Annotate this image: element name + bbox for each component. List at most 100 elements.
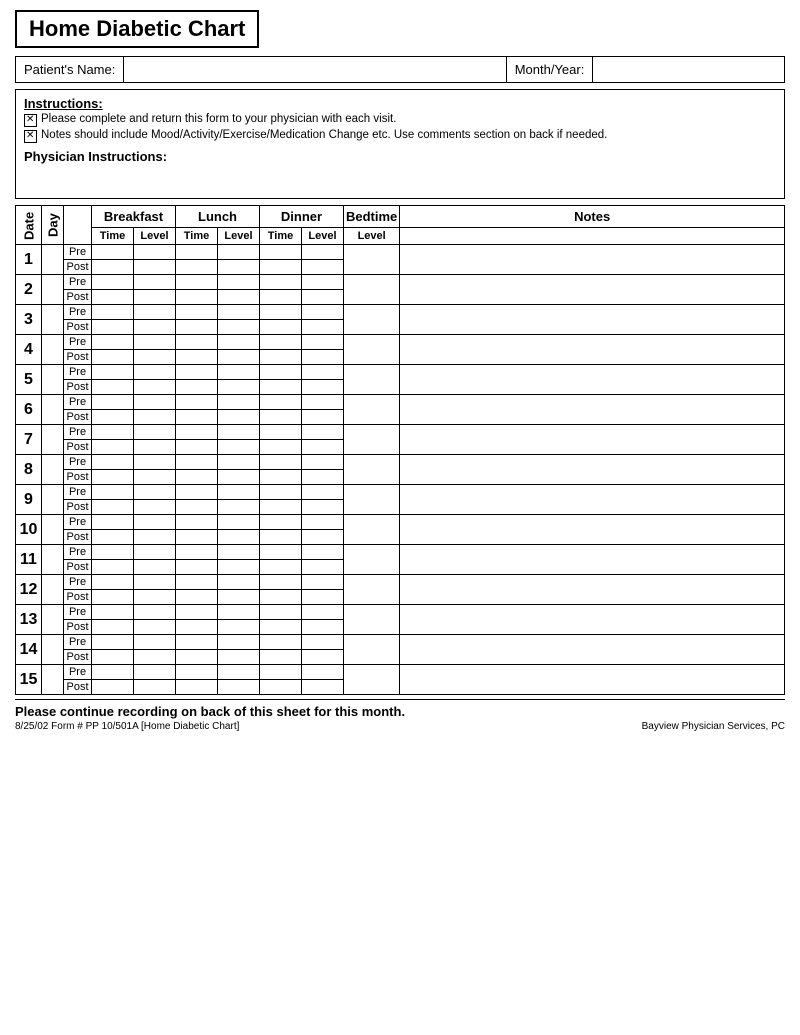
breakfast-pre-level[interactable] [134,305,176,320]
lunch-post-time[interactable] [176,410,218,425]
lunch-post-level[interactable] [218,620,260,635]
lunch-pre-time[interactable] [176,485,218,500]
breakfast-post-time[interactable] [92,680,134,695]
lunch-pre-time[interactable] [176,455,218,470]
day-name-cell[interactable] [42,305,64,335]
dinner-post-level[interactable] [302,260,344,275]
bedtime-level[interactable] [344,425,400,455]
breakfast-post-time[interactable] [92,380,134,395]
day-name-cell[interactable] [42,545,64,575]
dinner-pre-level[interactable] [302,395,344,410]
breakfast-pre-time[interactable] [92,305,134,320]
dinner-post-level[interactable] [302,590,344,605]
notes-cell[interactable] [400,335,785,365]
lunch-pre-time[interactable] [176,425,218,440]
dinner-pre-level[interactable] [302,545,344,560]
dinner-post-level[interactable] [302,440,344,455]
lunch-pre-level[interactable] [218,605,260,620]
lunch-post-time[interactable] [176,260,218,275]
dinner-pre-level[interactable] [302,335,344,350]
lunch-pre-level[interactable] [218,575,260,590]
lunch-post-time[interactable] [176,290,218,305]
breakfast-post-level[interactable] [134,650,176,665]
bedtime-level[interactable] [344,335,400,365]
breakfast-pre-time[interactable] [92,605,134,620]
breakfast-pre-level[interactable] [134,335,176,350]
breakfast-post-time[interactable] [92,620,134,635]
dinner-post-time[interactable] [260,470,302,485]
dinner-post-time[interactable] [260,620,302,635]
breakfast-post-time[interactable] [92,410,134,425]
notes-cell[interactable] [400,665,785,695]
bedtime-level[interactable] [344,245,400,275]
lunch-pre-time[interactable] [176,665,218,680]
breakfast-pre-level[interactable] [134,455,176,470]
breakfast-pre-time[interactable] [92,545,134,560]
lunch-post-time[interactable] [176,620,218,635]
dinner-pre-time[interactable] [260,665,302,680]
lunch-post-time[interactable] [176,380,218,395]
lunch-pre-level[interactable] [218,365,260,380]
breakfast-post-time[interactable] [92,320,134,335]
breakfast-post-level[interactable] [134,410,176,425]
dinner-pre-level[interactable] [302,425,344,440]
lunch-post-time[interactable] [176,320,218,335]
notes-cell[interactable] [400,395,785,425]
breakfast-post-time[interactable] [92,260,134,275]
breakfast-post-level[interactable] [134,260,176,275]
dinner-post-level[interactable] [302,410,344,425]
dinner-post-level[interactable] [302,470,344,485]
lunch-pre-level[interactable] [218,395,260,410]
dinner-pre-level[interactable] [302,635,344,650]
day-name-cell[interactable] [42,455,64,485]
lunch-pre-time[interactable] [176,395,218,410]
lunch-pre-time[interactable] [176,575,218,590]
dinner-post-time[interactable] [260,680,302,695]
lunch-pre-level[interactable] [218,515,260,530]
dinner-pre-level[interactable] [302,665,344,680]
breakfast-post-time[interactable] [92,650,134,665]
notes-cell[interactable] [400,365,785,395]
breakfast-post-level[interactable] [134,560,176,575]
lunch-post-level[interactable] [218,350,260,365]
dinner-post-time[interactable] [260,380,302,395]
breakfast-post-time[interactable] [92,560,134,575]
dinner-post-time[interactable] [260,350,302,365]
day-name-cell[interactable] [42,365,64,395]
breakfast-pre-time[interactable] [92,515,134,530]
breakfast-post-time[interactable] [92,290,134,305]
breakfast-pre-level[interactable] [134,245,176,260]
breakfast-pre-time[interactable] [92,665,134,680]
dinner-post-time[interactable] [260,590,302,605]
dinner-pre-time[interactable] [260,305,302,320]
lunch-pre-level[interactable] [218,485,260,500]
dinner-post-level[interactable] [302,320,344,335]
breakfast-post-level[interactable] [134,500,176,515]
dinner-post-level[interactable] [302,650,344,665]
dinner-post-level[interactable] [302,560,344,575]
breakfast-pre-time[interactable] [92,575,134,590]
lunch-post-time[interactable] [176,650,218,665]
breakfast-pre-time[interactable] [92,485,134,500]
dinner-post-time[interactable] [260,260,302,275]
dinner-pre-time[interactable] [260,425,302,440]
day-name-cell[interactable] [42,665,64,695]
dinner-post-level[interactable] [302,290,344,305]
lunch-post-level[interactable] [218,260,260,275]
lunch-pre-level[interactable] [218,635,260,650]
dinner-pre-level[interactable] [302,365,344,380]
day-name-cell[interactable] [42,275,64,305]
dinner-post-time[interactable] [260,650,302,665]
breakfast-pre-level[interactable] [134,365,176,380]
bedtime-level[interactable] [344,395,400,425]
lunch-pre-level[interactable] [218,455,260,470]
breakfast-pre-level[interactable] [134,635,176,650]
dinner-pre-time[interactable] [260,455,302,470]
notes-cell[interactable] [400,545,785,575]
lunch-post-time[interactable] [176,440,218,455]
breakfast-pre-time[interactable] [92,455,134,470]
patient-name-field[interactable] [123,57,506,82]
notes-cell[interactable] [400,605,785,635]
dinner-pre-level[interactable] [302,245,344,260]
lunch-post-level[interactable] [218,560,260,575]
